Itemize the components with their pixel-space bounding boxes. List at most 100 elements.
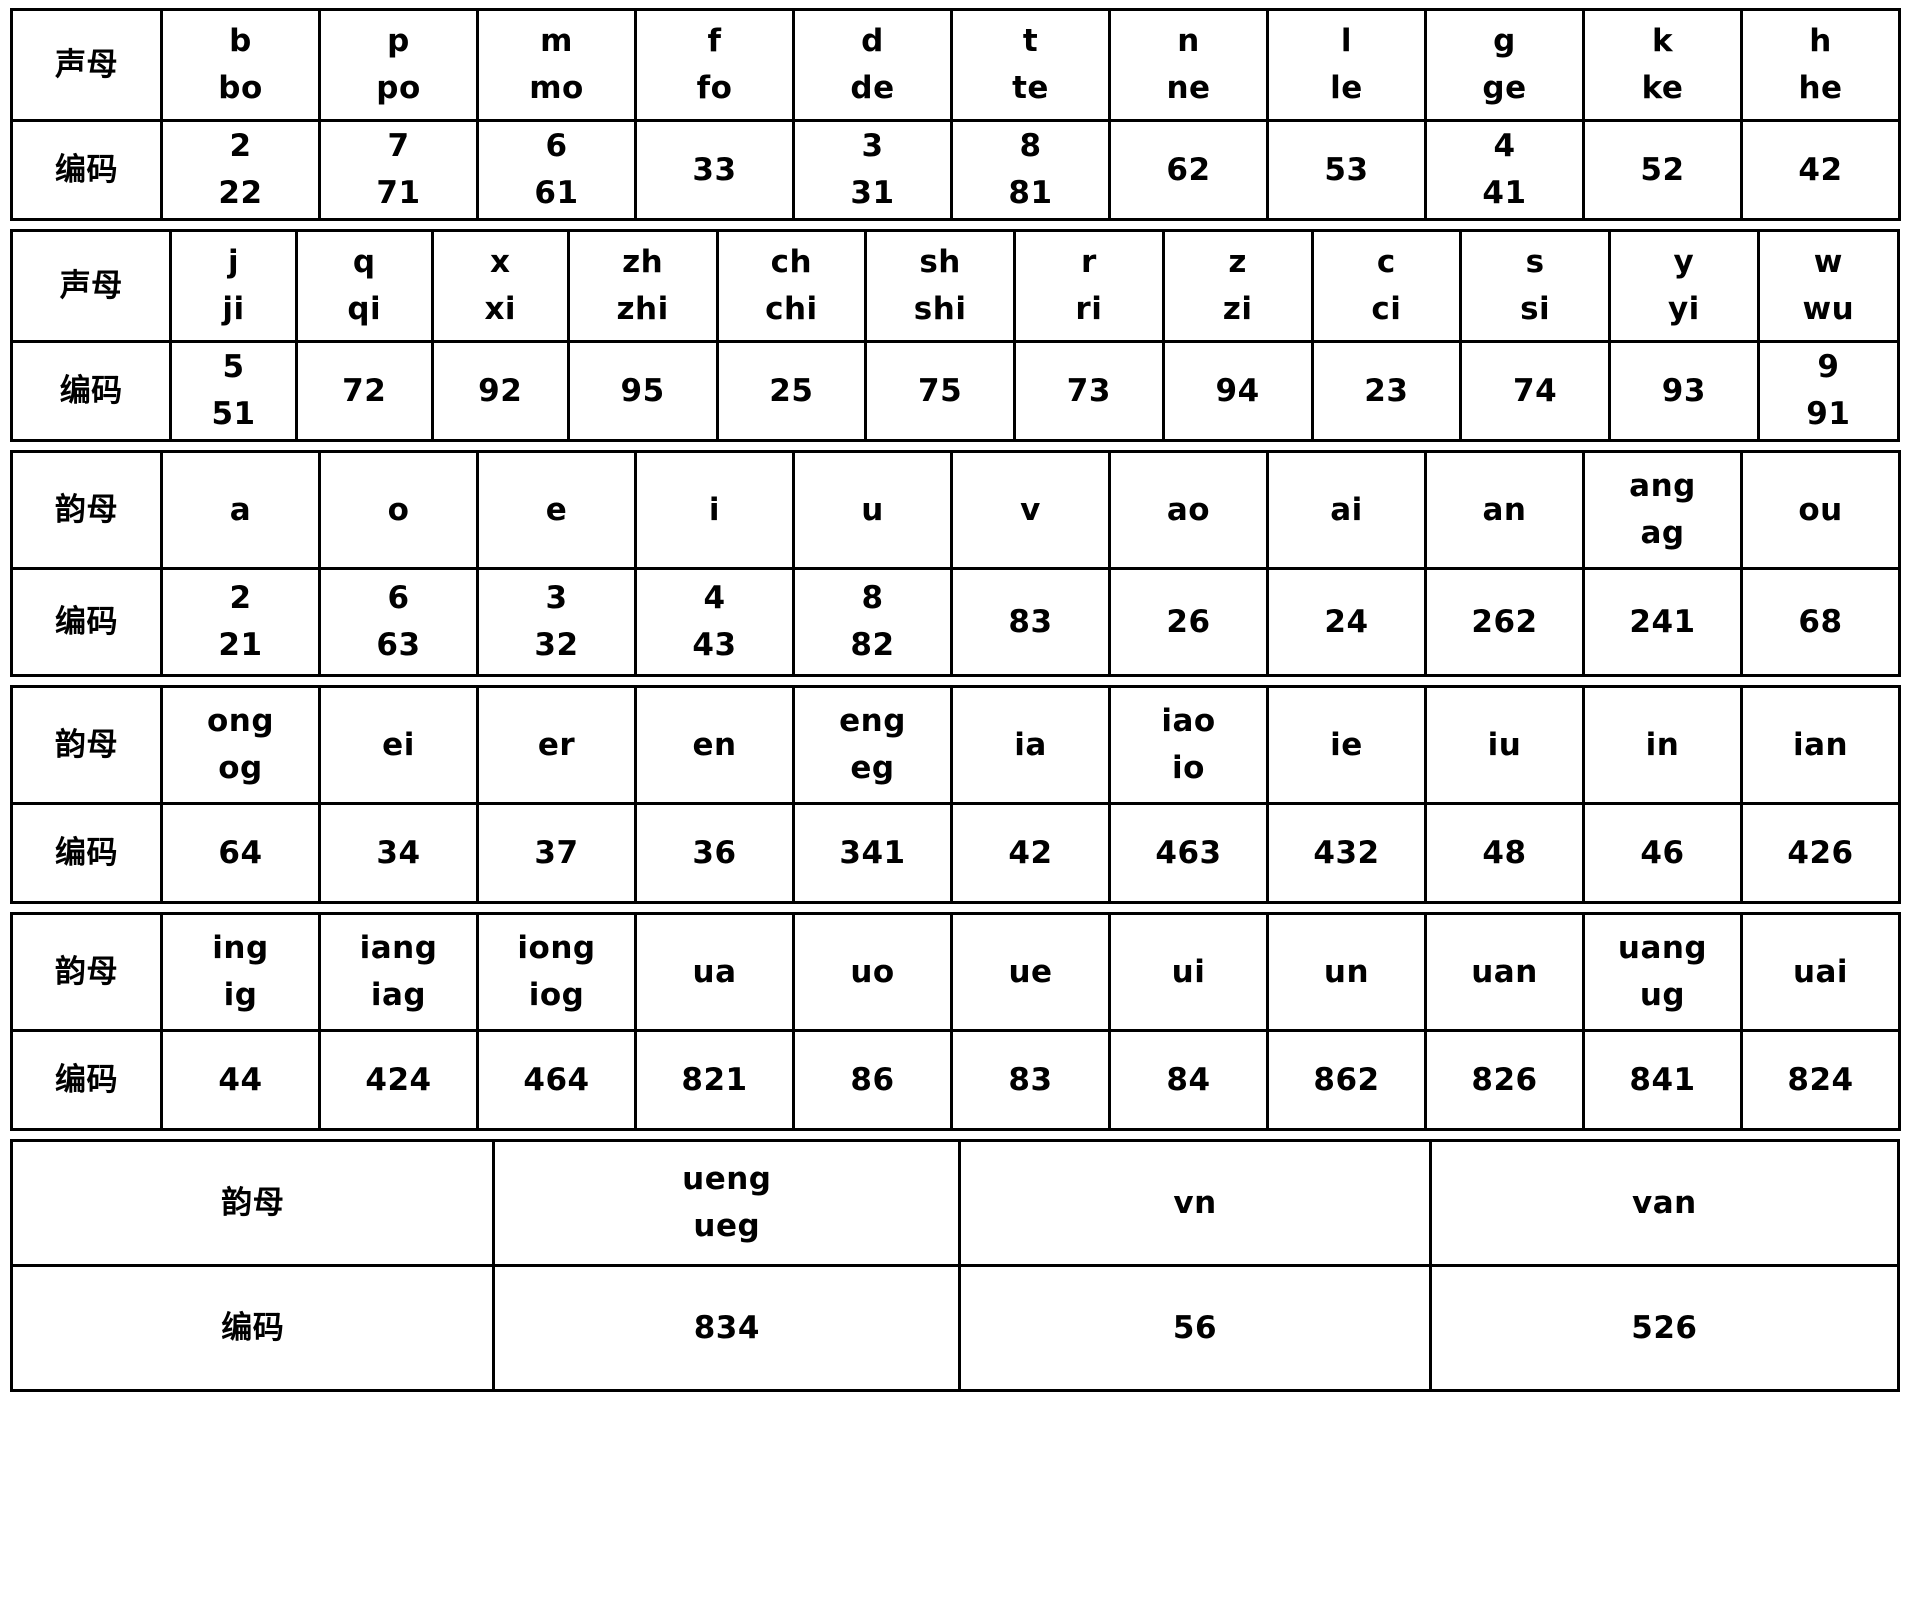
cell-top: 6 — [387, 580, 410, 617]
cell-initial: m mo — [476, 8, 637, 122]
cell-code: 3 32 — [476, 567, 637, 677]
cell-top: 3 — [861, 128, 884, 165]
cell-final: ian — [1740, 685, 1901, 805]
cell-top: p — [387, 23, 410, 60]
cell-top: w — [1813, 244, 1843, 281]
cell-initial: x xi — [430, 229, 570, 343]
cell-top: ia — [1014, 726, 1047, 763]
cell-top: ian — [1792, 726, 1849, 763]
row-label-code: 编码 — [9, 340, 173, 442]
cell-top: b — [229, 23, 252, 60]
cell-code: 432 — [1266, 802, 1427, 904]
cell-code: 426 — [1740, 802, 1901, 904]
cell-top: 86 — [850, 1061, 895, 1098]
cell-top: zh — [622, 244, 664, 281]
cell-bottom: si — [1520, 291, 1551, 327]
row-label-final: 韵母 — [10, 450, 163, 570]
cell-top: vn — [1173, 1184, 1217, 1221]
cell-top: in — [1645, 726, 1680, 763]
cell-final: iao io — [1108, 685, 1269, 805]
row-label-final: 韵母 — [10, 912, 163, 1032]
cell-bottom: 81 — [1008, 175, 1053, 211]
cell-initial: p po — [318, 8, 479, 122]
cell-bottom: ag — [1640, 515, 1685, 551]
cell-final: an — [1424, 450, 1585, 570]
cell-top: en — [692, 726, 737, 763]
table-row: 编码 2 22 7 71 6 61 33 3 31 8 81 62 53 4 41 52 4… — [10, 119, 1901, 221]
cell-bottom: xi — [484, 291, 517, 327]
cell-bottom: chi — [765, 291, 818, 327]
cell-code: 92 — [430, 340, 570, 442]
table-row: 编码 834 56 526 — [9, 1264, 1901, 1392]
cell-top: 262 — [1471, 603, 1538, 640]
initials-block-2: 声母 j ji q qi x xi zh zhi ch chi sh shi r ri z zi… — [9, 229, 1901, 442]
cell-bottom: 32 — [534, 627, 579, 663]
cell-initial: q qi — [294, 229, 434, 343]
cell-code: 86 — [792, 1029, 953, 1131]
cell-bottom: 63 — [376, 627, 421, 663]
cell-bottom: zhi — [616, 291, 669, 327]
cell-code: 464 — [476, 1029, 637, 1131]
cell-bottom: qi — [347, 291, 382, 327]
cell-code: 94 — [1161, 340, 1314, 442]
cell-final: ao — [1108, 450, 1269, 570]
cell-top: ao — [1166, 491, 1211, 528]
cell-code: 42 — [1740, 119, 1901, 221]
cell-code: 68 — [1740, 567, 1901, 677]
cell-top: 84 — [1166, 1061, 1211, 1098]
cell-top: ie — [1330, 726, 1363, 763]
cell-initial: r ri — [1013, 229, 1165, 343]
initials-block-1: 声母 b bo p po m mo f fo d de t te n ne l le g ge k… — [10, 8, 1901, 221]
cell-final: ing ig — [160, 912, 321, 1032]
cell-top: j — [227, 244, 240, 281]
finals-block-3: 韵母 ing ig iang iag iong iog ua uo ue ui un … — [10, 912, 1901, 1131]
cell-top: 33 — [692, 151, 737, 188]
cell-initial: s si — [1459, 229, 1611, 343]
cell-code: 53 — [1266, 119, 1427, 221]
cell-bottom: 43 — [692, 627, 737, 663]
cell-top: iu — [1487, 726, 1522, 763]
cell-bottom: po — [376, 70, 421, 106]
cell-top: a — [229, 491, 252, 528]
cell-top: ing — [212, 930, 269, 967]
cell-top: 48 — [1482, 834, 1527, 871]
cell-bottom: ug — [1639, 977, 1686, 1013]
table-row: 声母 j ji q qi x xi zh zhi ch chi sh shi r ri z zi… — [9, 229, 1901, 343]
cell-top: 463 — [1155, 834, 1222, 871]
cell-final: en — [634, 685, 795, 805]
cell-final: ong og — [160, 685, 321, 805]
cell-top: 424 — [365, 1061, 432, 1098]
cell-top: 72 — [342, 372, 387, 409]
cell-bottom: iag — [370, 977, 427, 1013]
cell-code: 26 — [1108, 567, 1269, 677]
table-row: 编码 5 51 72 92 95 25 75 73 94 23 74 93 9 91 — [9, 340, 1901, 442]
cell-code: 826 — [1424, 1029, 1585, 1131]
cell-top: 83 — [1008, 1061, 1053, 1098]
cell-bottom: fo — [696, 70, 733, 106]
row-label-code: 编码 — [10, 567, 163, 677]
row-label-initial: 声母 — [9, 229, 173, 343]
cell-top: 464 — [523, 1061, 590, 1098]
cell-top: ui — [1171, 953, 1206, 990]
cell-top: 4 — [1493, 128, 1516, 165]
cell-initial: h he — [1740, 8, 1901, 122]
cell-bottom: le — [1330, 70, 1363, 106]
cell-code: 4 43 — [634, 567, 795, 677]
cell-top: 68 — [1798, 603, 1843, 640]
cell-top: r — [1080, 244, 1097, 281]
cell-initial: zh zhi — [566, 229, 719, 343]
row-label-code: 编码 — [10, 802, 163, 904]
cell-code: 262 — [1424, 567, 1585, 677]
cell-final: uang ug — [1582, 912, 1743, 1032]
cell-bottom: ji — [222, 291, 245, 327]
cell-initial: ch chi — [715, 229, 868, 343]
cell-code: 44 — [160, 1029, 321, 1131]
cell-top: s — [1525, 244, 1545, 281]
cell-top: 826 — [1471, 1061, 1538, 1098]
cell-top: an — [1482, 491, 1527, 528]
cell-top: d — [861, 23, 884, 60]
cell-initial: b bo — [160, 8, 321, 122]
cell-top: 64 — [218, 834, 263, 871]
cell-code: 424 — [318, 1029, 479, 1131]
cell-top: ua — [692, 953, 737, 990]
